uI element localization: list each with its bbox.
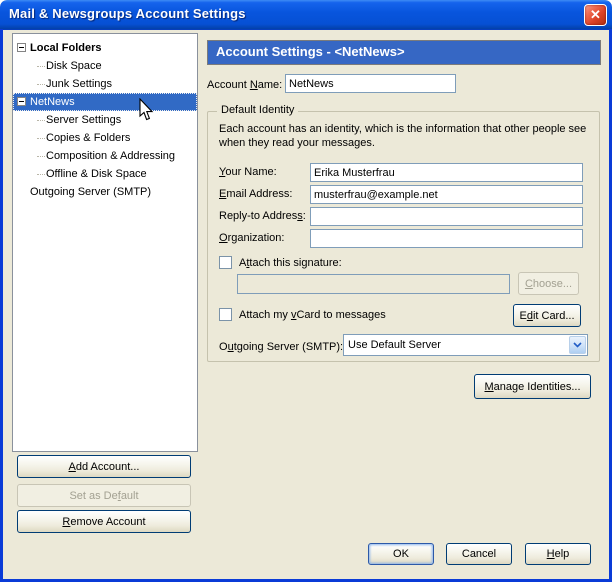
organization-input[interactable] — [310, 229, 583, 248]
organization-label: Organization: — [219, 232, 285, 244]
tree-item-local-folders[interactable]: Local Folders — [13, 39, 197, 57]
help-button[interactable]: Help — [525, 543, 591, 565]
ok-button[interactable]: OK — [368, 543, 434, 565]
tree-item-disk-space[interactable]: Disk Space — [13, 57, 197, 75]
chevron-down-icon[interactable] — [569, 336, 586, 354]
email-address-label: Email Address: — [219, 188, 293, 200]
account-name-input[interactable] — [285, 74, 456, 93]
add-account-button[interactable]: Add Account... — [17, 455, 191, 478]
account-settings-dialog: Mail & Newsgroups Account Settings ✕ Loc… — [0, 0, 612, 582]
attach-signature-label: Attach this signature: — [239, 257, 342, 269]
manage-identities-button[interactable]: Manage Identities... — [474, 374, 591, 399]
collapse-icon[interactable] — [17, 97, 26, 106]
outgoing-server-select[interactable]: Use Default Server — [343, 334, 588, 356]
identity-description: Each account has an identity, which is t… — [219, 123, 587, 149]
attach-vcard-checkbox[interactable] — [219, 308, 232, 321]
account-tree[interactable]: Local Folders Disk Space Junk Settings N… — [12, 33, 198, 452]
replyto-address-label: Reply-to Address: — [219, 210, 306, 222]
default-identity-legend: Default Identity — [217, 104, 299, 116]
email-address-input[interactable] — [310, 185, 583, 204]
your-name-label: Your Name: — [219, 166, 277, 178]
tree-item-copies-folders[interactable]: Copies & Folders — [13, 129, 197, 147]
tree-item-server-settings[interactable]: Server Settings — [13, 111, 197, 129]
choose-button: Choose... — [518, 272, 579, 295]
tree-item-netnews[interactable]: NetNews — [13, 93, 197, 111]
edit-card-button[interactable]: Edit Card... — [513, 304, 581, 327]
signature-file-input — [237, 274, 510, 294]
cancel-button[interactable]: Cancel — [446, 543, 512, 565]
panel-header: Account Settings - <NetNews> — [207, 40, 601, 65]
tree-item-junk-settings[interactable]: Junk Settings — [13, 75, 197, 93]
attach-signature-checkbox[interactable] — [219, 256, 232, 269]
close-icon[interactable]: ✕ — [584, 4, 607, 26]
tree-item-offline-disk-space[interactable]: Offline & Disk Space — [13, 165, 197, 183]
collapse-icon[interactable] — [17, 43, 26, 52]
replyto-address-input[interactable] — [310, 207, 583, 226]
tree-item-composition-addressing[interactable]: Composition & Addressing — [13, 147, 197, 165]
outgoing-server-label: Outgoing Server (SMTP): — [219, 341, 344, 353]
set-as-default-button: Set as Default — [17, 484, 191, 507]
window-title: Mail & Newsgroups Account Settings — [9, 6, 246, 21]
tree-item-outgoing-server[interactable]: Outgoing Server (SMTP) — [13, 183, 197, 201]
remove-account-button[interactable]: Remove Account — [17, 510, 191, 533]
attach-vcard-label: Attach my vCard to messages — [239, 309, 386, 321]
title-bar[interactable]: Mail & Newsgroups Account Settings ✕ — [0, 0, 612, 30]
account-name-label: Account Name: — [207, 79, 283, 91]
your-name-input[interactable] — [310, 163, 583, 182]
